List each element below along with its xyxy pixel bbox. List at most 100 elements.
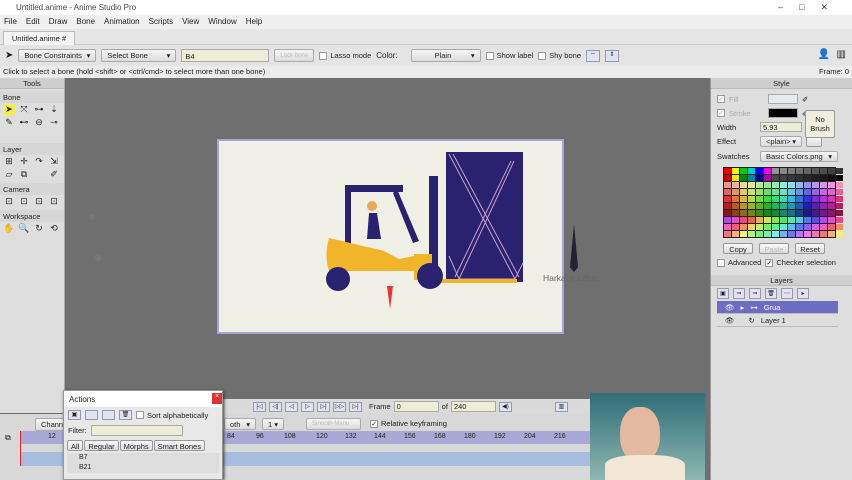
- step-forward-icon[interactable]: ▷|: [317, 401, 330, 412]
- color-swatch[interactable]: [796, 210, 803, 216]
- color-swatch[interactable]: [788, 231, 795, 237]
- offset-bone-icon[interactable]: ⊖: [33, 117, 45, 128]
- switch-layer-icon[interactable]: ⧉: [18, 169, 30, 180]
- color-swatch[interactable]: [764, 168, 771, 174]
- color-swatch[interactable]: [836, 182, 843, 188]
- color-swatch[interactable]: [796, 168, 803, 174]
- color-swatch[interactable]: [788, 196, 795, 202]
- color-swatch[interactable]: [828, 175, 835, 181]
- color-swatch[interactable]: [756, 217, 763, 223]
- color-swatch[interactable]: [796, 175, 803, 181]
- color-swatch[interactable]: [740, 224, 747, 230]
- color-swatch[interactable]: [732, 231, 739, 237]
- color-swatch[interactable]: [812, 182, 819, 188]
- color-swatch[interactable]: [836, 224, 843, 230]
- color-swatch[interactable]: [804, 217, 811, 223]
- color-swatch[interactable]: [804, 182, 811, 188]
- rewind-icon[interactable]: |◁: [253, 401, 266, 412]
- color-swatch[interactable]: [740, 217, 747, 223]
- color-swatch[interactable]: [820, 189, 827, 195]
- color-swatch[interactable]: [836, 168, 843, 174]
- filter-input[interactable]: [90, 425, 183, 436]
- delete-layer-icon[interactable]: 🗑: [765, 288, 777, 299]
- frame-input[interactable]: 0: [393, 401, 439, 412]
- color-swatch[interactable]: [828, 203, 835, 209]
- copy-layer-icon[interactable]: ⇒: [733, 288, 745, 299]
- color-swatch[interactable]: [756, 196, 763, 202]
- sort-alphabetically-checkbox[interactable]: Sort alphabetically: [136, 411, 208, 420]
- canvas[interactable]: [217, 139, 564, 334]
- color-swatch[interactable]: [756, 189, 763, 195]
- set-origin-icon[interactable]: ⊞: [3, 156, 15, 167]
- color-swatch[interactable]: [820, 196, 827, 202]
- fill-color-swatch[interactable]: [768, 94, 798, 104]
- color-swatch[interactable]: [764, 231, 771, 237]
- color-swatch[interactable]: [820, 175, 827, 181]
- color-swatch[interactable]: [724, 189, 731, 195]
- color-dropdown[interactable]: Plain ▾: [410, 49, 481, 62]
- color-swatch[interactable]: [804, 224, 811, 230]
- color-swatch[interactable]: [780, 231, 787, 237]
- color-swatch[interactable]: [732, 189, 739, 195]
- select-bone-icon[interactable]: ➤: [3, 104, 15, 115]
- color-swatch[interactable]: [724, 182, 731, 188]
- color-swatch[interactable]: [724, 196, 731, 202]
- color-swatch[interactable]: [828, 196, 835, 202]
- rotate-workspace-icon[interactable]: ↻: [33, 223, 45, 234]
- color-swatch[interactable]: [796, 224, 803, 230]
- color-swatch[interactable]: [748, 231, 755, 237]
- color-swatch[interactable]: [812, 168, 819, 174]
- menu-view[interactable]: View: [182, 17, 199, 27]
- color-swatch[interactable]: [796, 196, 803, 202]
- zoom-icon[interactable]: 🔍: [18, 223, 30, 234]
- color-swatch[interactable]: [732, 175, 739, 181]
- color-swatch[interactable]: [820, 231, 827, 237]
- color-swatch[interactable]: [732, 203, 739, 209]
- color-swatch[interactable]: [828, 189, 835, 195]
- color-swatch[interactable]: [796, 217, 803, 223]
- color-swatch[interactable]: [780, 210, 787, 216]
- color-swatch[interactable]: [756, 203, 763, 209]
- play-icon[interactable]: ▷: [301, 401, 314, 412]
- layer-row-layer1[interactable]: 👁 ↻ Layer 1: [717, 314, 838, 327]
- color-swatch[interactable]: [764, 189, 771, 195]
- color-swatch[interactable]: [828, 231, 835, 237]
- color-swatch[interactable]: [788, 182, 795, 188]
- stroke-checkbox[interactable]: ✓: [717, 109, 725, 117]
- no-brush-button[interactable]: No Brush: [805, 110, 835, 138]
- show-label-checkbox[interactable]: Show label: [485, 51, 533, 60]
- add-bone-icon[interactable]: ⊶: [33, 104, 45, 115]
- library-icon[interactable]: ▥: [837, 49, 846, 60]
- color-swatch[interactable]: [820, 217, 827, 223]
- color-swatch[interactable]: [748, 182, 755, 188]
- shy-bone-checkbox[interactable]: Shy bone: [538, 51, 581, 60]
- total-frames-input[interactable]: 240: [450, 401, 496, 412]
- play-back-icon[interactable]: ◁: [285, 401, 298, 412]
- color-swatch[interactable]: [772, 210, 779, 216]
- step-back-icon[interactable]: ◁|: [269, 401, 282, 412]
- color-swatch[interactable]: [748, 189, 755, 195]
- expand-triangle-icon[interactable]: ▸: [741, 303, 745, 312]
- color-swatch[interactable]: [804, 189, 811, 195]
- eyedropper-icon[interactable]: ✐: [48, 169, 60, 180]
- visibility-eye-icon[interactable]: 👁: [725, 303, 735, 312]
- eyedropper-icon[interactable]: ✐: [802, 95, 808, 104]
- layer-row-grua[interactable]: 👁 ▸ ⊶ Grua: [717, 301, 838, 314]
- color-swatch[interactable]: [788, 210, 795, 216]
- color-swatch[interactable]: [748, 224, 755, 230]
- color-swatch[interactable]: [828, 224, 835, 230]
- translate-bone-icon[interactable]: ⤧: [18, 104, 30, 115]
- color-swatch[interactable]: [828, 182, 835, 188]
- color-swatch[interactable]: [740, 175, 747, 181]
- color-swatch[interactable]: [796, 231, 803, 237]
- color-swatch[interactable]: [828, 210, 835, 216]
- color-swatch[interactable]: [764, 203, 771, 209]
- color-swatch[interactable]: [796, 189, 803, 195]
- color-swatch[interactable]: [812, 196, 819, 202]
- select-bone-dropdown[interactable]: Select Bone ▾: [101, 49, 177, 62]
- lasso-mode-checkbox[interactable]: Lasso mode: [319, 51, 371, 60]
- color-swatch[interactable]: [748, 196, 755, 202]
- color-swatch[interactable]: [740, 189, 747, 195]
- bone-strength-icon[interactable]: ⊷: [18, 117, 30, 128]
- color-swatch[interactable]: [724, 231, 731, 237]
